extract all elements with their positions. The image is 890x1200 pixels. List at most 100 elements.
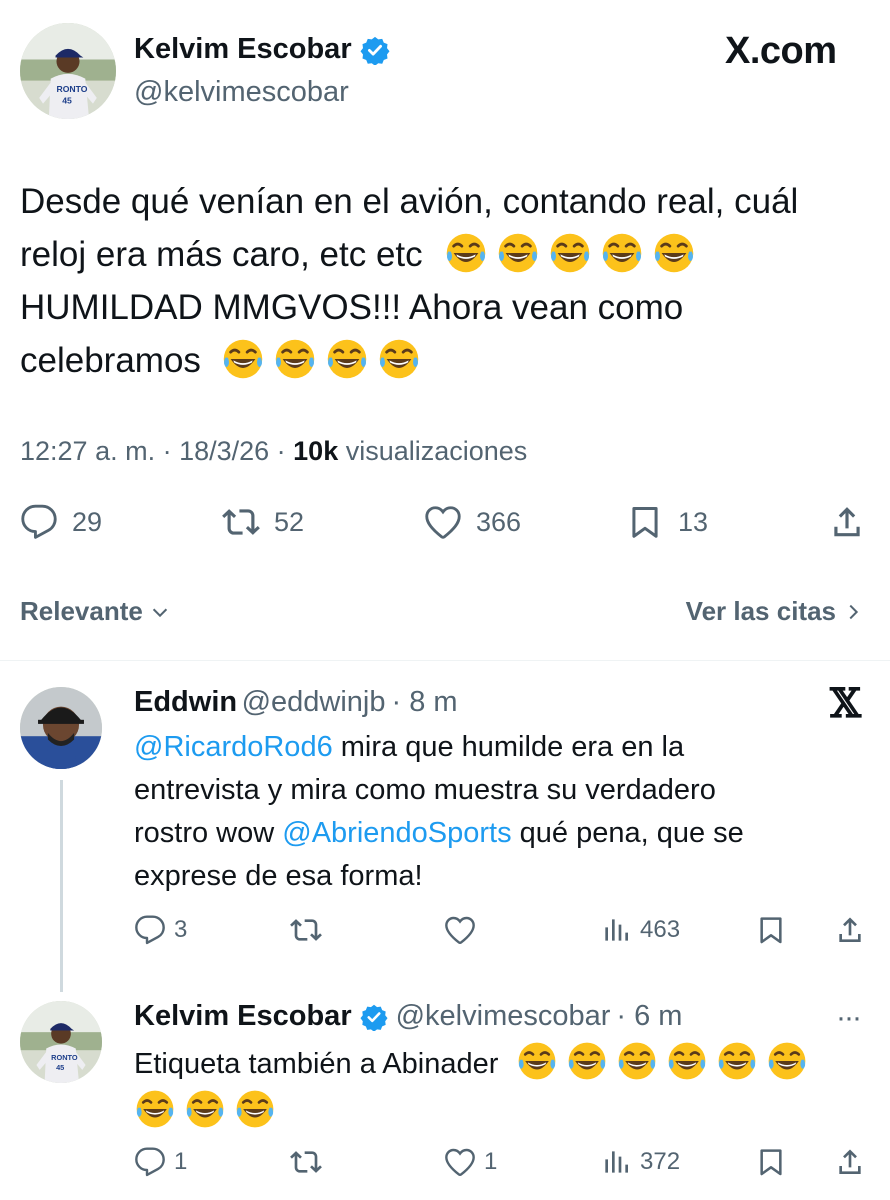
- author-avatar[interactable]: [20, 23, 116, 119]
- bookmark-button[interactable]: [755, 914, 787, 946]
- author-name[interactable]: Kelvim Escobar: [134, 33, 352, 66]
- laughing-emoji-icon: [616, 1040, 658, 1082]
- brand-label: X.com: [725, 30, 837, 72]
- mention-link[interactable]: @RicardoRod6: [134, 731, 333, 763]
- like-button[interactable]: 366: [424, 503, 521, 541]
- laughing-emoji-icon: [377, 337, 421, 381]
- laughing-emoji-icon: [496, 231, 540, 275]
- more-options-icon[interactable]: ···: [836, 1001, 862, 1035]
- post-timestamp[interactable]: 12:27 a. m. · 18/3/26 ·: [20, 436, 293, 466]
- share-icon: [834, 1146, 866, 1178]
- bookmark-icon: [626, 503, 664, 541]
- reply-author-handle[interactable]: @kelvimescobar: [396, 1000, 611, 1033]
- reply-avatar[interactable]: [20, 1001, 102, 1083]
- reply-author-handle[interactable]: @eddwinjb: [242, 686, 386, 718]
- post-text-fragment: celebramos: [20, 341, 201, 380]
- reply-text-line: exprese de esa forma!: [134, 860, 423, 892]
- reply-text: Etiqueta también a Abinader: [134, 1040, 864, 1136]
- reply-count: 1: [174, 1148, 188, 1175]
- views-label: visualizaciones: [338, 436, 528, 466]
- author-name-row[interactable]: Kelvim Escobar: [134, 33, 390, 66]
- laughing-emoji-icon: [716, 1040, 758, 1082]
- repost-button[interactable]: 52: [222, 503, 304, 541]
- like-icon: [444, 914, 476, 946]
- divider: [0, 660, 890, 661]
- reply-text-line: [134, 1088, 864, 1136]
- laughing-emoji-icon: [184, 1088, 226, 1130]
- post-text-fragment: reloj era más caro, etc etc: [20, 235, 423, 274]
- reply-age[interactable]: · 8 m: [391, 686, 457, 718]
- reply-text-fragment: mira que humilde era en la: [332, 731, 685, 763]
- views-button[interactable]: 463: [600, 914, 680, 946]
- like-button[interactable]: 1: [444, 1146, 497, 1178]
- avatar-image: [20, 23, 116, 119]
- reply-text: @RicardoRod6 mira que humilde era en la …: [134, 726, 864, 898]
- chevron-right-icon: [849, 604, 859, 619]
- post-text: Desde qué venían en el avión, contando r…: [20, 175, 870, 387]
- reply-author-name[interactable]: Eddwin: [134, 686, 237, 718]
- share-icon: [834, 914, 866, 946]
- views-count: 372: [640, 1148, 681, 1175]
- reply-text-fragment: Etiqueta también a Abinader: [134, 1048, 499, 1080]
- reply-button[interactable]: 29: [20, 503, 102, 541]
- reply-avatar[interactable]: [20, 687, 102, 769]
- like-icon: [424, 503, 462, 541]
- laughing-emoji-icon: [234, 1088, 276, 1130]
- x-com-logo: X.com: [725, 30, 837, 73]
- reply-text-line: entrevista y mira como muestra su verdad…: [134, 774, 716, 806]
- bookmark-count: 13: [678, 506, 709, 537]
- post-meta: 12:27 a. m. · 18/3/26 · 10k visualizacio…: [20, 436, 527, 467]
- author-handle[interactable]: @kelvimescobar: [134, 76, 349, 109]
- chevron-down-icon: [152, 608, 167, 617]
- laughing-emoji-icon: [652, 231, 696, 275]
- avatar-image: [20, 687, 102, 769]
- reply-icon: [134, 914, 166, 946]
- share-button[interactable]: [834, 914, 866, 946]
- repost-icon: [290, 914, 322, 946]
- reply-count: 3: [174, 916, 188, 943]
- views-count: 10k: [293, 436, 339, 466]
- post-text-line: celebramos: [20, 334, 870, 387]
- reply-button[interactable]: 1: [134, 1146, 187, 1178]
- repost-button[interactable]: [290, 1146, 330, 1178]
- reply-text-fragment: qué pena, que se: [511, 817, 744, 849]
- sort-label: Relevante: [20, 596, 143, 626]
- laughing-emoji-icon: [221, 337, 265, 381]
- mention-link[interactable]: @AbriendoSports: [282, 817, 511, 849]
- reply-header: Eddwin @eddwinjb · 8 m: [134, 686, 458, 719]
- reply-text-line: @RicardoRod6 mira que humilde era en la: [134, 726, 864, 769]
- verified-badge-icon: [360, 1003, 388, 1031]
- views-count: 463: [640, 916, 681, 943]
- sort-dropdown[interactable]: Relevante: [20, 596, 171, 627]
- verified-badge-icon: [360, 35, 390, 65]
- reply-button[interactable]: 3: [134, 914, 187, 946]
- like-count: 366: [476, 506, 522, 537]
- views-button[interactable]: 372: [600, 1146, 680, 1178]
- repost-button[interactable]: [290, 914, 330, 946]
- like-icon: [444, 1146, 476, 1178]
- repost-icon: [290, 1146, 322, 1178]
- like-button[interactable]: [444, 914, 484, 946]
- view-quotes-link[interactable]: Ver las citas: [686, 596, 864, 627]
- repost-icon: [222, 503, 260, 541]
- laughing-emoji-icon: [273, 337, 317, 381]
- laughing-emoji-icon: [766, 1040, 808, 1082]
- reply-author-name[interactable]: Kelvim Escobar: [134, 1000, 352, 1033]
- laughing-emoji-icon: [325, 337, 369, 381]
- views-icon: [600, 914, 632, 946]
- bookmark-button[interactable]: 13: [626, 503, 708, 541]
- reply-text-line: Etiqueta también a Abinader: [134, 1040, 864, 1088]
- bookmark-button[interactable]: [755, 1146, 787, 1178]
- reply-text-fragment: rostro wow: [134, 817, 283, 849]
- post-text-line: reloj era más caro, etc etc: [20, 228, 870, 281]
- reply-age[interactable]: · 6 m: [616, 1000, 682, 1033]
- laughing-emoji-icon: [566, 1040, 608, 1082]
- repost-count: 52: [274, 506, 305, 537]
- share-button[interactable]: [828, 503, 866, 541]
- like-count: 1: [484, 1148, 498, 1175]
- thread-line: [60, 780, 63, 992]
- avatar-image: [20, 1001, 102, 1083]
- laughing-emoji-icon: [666, 1040, 708, 1082]
- share-icon: [828, 503, 866, 541]
- share-button[interactable]: [834, 1146, 866, 1178]
